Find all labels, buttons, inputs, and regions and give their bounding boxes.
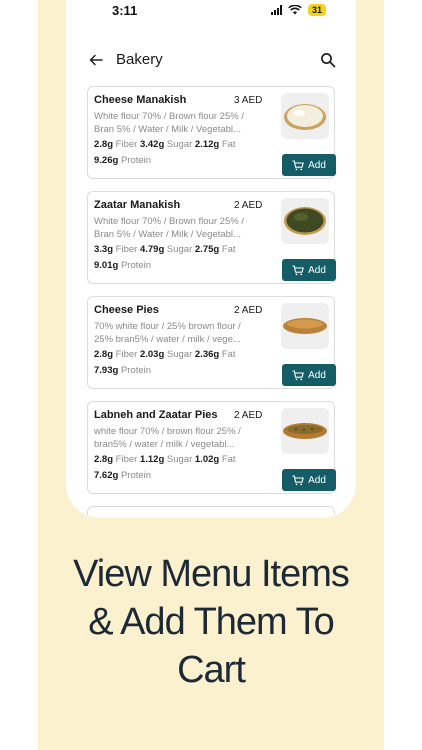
cart-icon: [292, 369, 304, 380]
page-title: Bakery: [116, 51, 163, 68]
add-to-cart-button[interactable]: Add: [282, 154, 336, 176]
item-ingredients: 70% white flour / 25% brown flour / 25% …: [94, 321, 241, 345]
item-price: 2 AED: [234, 200, 263, 211]
item-ingredients: White flour 70% / Brown flour 25% / Bran…: [94, 216, 244, 240]
menu-item-card[interactable]: Cheese Pies 2 AED 70% white flour / 25% …: [87, 296, 336, 389]
item-name: Cheese Manakish: [94, 94, 187, 106]
item-name: Cheese Pies: [94, 304, 159, 316]
item-nutrition: 3.3g Fiber 4.79g Sugar 2.75g Fat: [94, 244, 236, 255]
back-arrow-icon[interactable]: [88, 52, 104, 68]
item-price: 2 AED: [234, 305, 263, 316]
zaatar-manakish-image: [281, 198, 329, 244]
item-protein: 7.62g Protein: [94, 470, 152, 481]
item-name: Zaatar Manakish: [94, 199, 181, 211]
add-to-cart-button[interactable]: Add: [282, 364, 336, 386]
cheese-manakish-image: [281, 93, 329, 139]
wifi-icon: [288, 5, 302, 15]
item-protein: 7.93g Protein: [94, 365, 152, 376]
add-to-cart-button[interactable]: Add: [282, 259, 336, 281]
cart-icon: [292, 474, 304, 485]
item-nutrition: 2.8g Fiber 3.42g Sugar 2.12g Fat: [94, 139, 236, 150]
item-protein: 9.01g Protein: [94, 260, 152, 271]
item-price: 2 AED: [234, 410, 263, 421]
phone-screen: 3:11 31 Bakery Cheese Manakish 3 AED Whi…: [66, 0, 356, 518]
item-ingredients: White flour 70% / Brown flour 25% / Bran…: [94, 111, 244, 135]
menu-item-list: Cheese Manakish 3 AED White flour 70% / …: [87, 86, 336, 518]
menu-item-card[interactable]: Labneh and Zaatar Pies 2 AED white flour…: [87, 401, 336, 494]
signal-icon: [270, 5, 282, 15]
promo-tagline: View Menu Items & Add Them To Cart: [73, 553, 350, 691]
item-name: Labneh and Zaatar Pies: [94, 409, 218, 421]
labneh-zaatar-pies-image: [281, 408, 329, 454]
app-header: Bakery: [66, 46, 356, 76]
menu-item-card[interactable]: Cheese Manakish 3 AED White flour 70% / …: [87, 86, 336, 179]
cart-icon: [292, 264, 304, 275]
add-to-cart-button[interactable]: Add: [282, 469, 336, 491]
cart-icon: [292, 159, 304, 170]
status-time: 3:11: [112, 3, 138, 18]
item-protein: 9.26g Protein: [94, 155, 152, 166]
cheese-pies-image: [281, 303, 329, 349]
battery-icon: 31: [307, 4, 326, 16]
item-ingredients: white flour 70% / brown flour 25% / bran…: [94, 426, 241, 450]
search-icon[interactable]: [320, 52, 336, 68]
status-bar: 3:11 31: [66, 0, 356, 24]
menu-item-card[interactable]: Zaatar Manakish 2 AED White flour 70% / …: [87, 191, 336, 284]
item-nutrition: 2.8g Fiber 1.12g Sugar 1.02g Fat: [94, 454, 236, 465]
item-price: 3 AED: [234, 95, 263, 106]
menu-item-card-partial: [87, 506, 335, 515]
item-nutrition: 2.8g Fiber 2.03g Sugar 2.36g Fat: [94, 349, 236, 360]
